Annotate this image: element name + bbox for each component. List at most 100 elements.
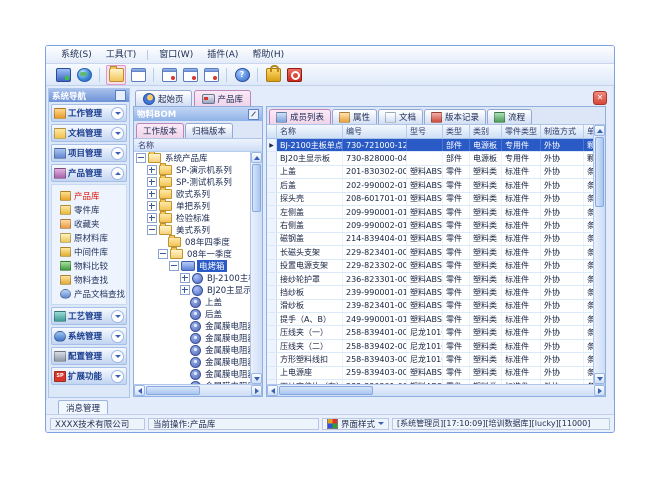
chevron-down-icon[interactable] xyxy=(111,350,124,363)
chevron-down-icon[interactable] xyxy=(111,330,124,343)
panel-tab[interactable]: 流程 xyxy=(487,109,532,124)
tab-close-icon[interactable]: ✕ xyxy=(593,91,607,105)
sidebar-item[interactable]: 物料查找 xyxy=(60,273,126,286)
tree-node[interactable]: 08年一季度 xyxy=(134,248,250,260)
table-row[interactable]: 探头壳208-601701-01I塑料ABS零件塑料类标准件外协条 xyxy=(267,193,593,206)
sidebar-item[interactable]: 收藏夹 xyxy=(60,217,126,230)
toolbar-button[interactable] xyxy=(129,66,147,84)
expand-plus-icon[interactable] xyxy=(180,285,190,295)
tree-node[interactable]: 系统产品库 xyxy=(134,152,250,164)
tree-node[interactable]: 金属膜电阻器 xyxy=(134,368,250,380)
tree-node[interactable]: 金属膜电阻器 xyxy=(134,356,250,368)
tree-horizontal-scrollbar[interactable] xyxy=(134,384,262,396)
sidebar-section-header[interactable]: 配置管理 xyxy=(51,347,127,365)
grid-column-header[interactable]: 编号 xyxy=(343,125,407,138)
sidebar-item[interactable]: 产品文档查找 xyxy=(60,287,126,300)
table-row[interactable]: 磁钢盖214-839404-01I塑料ABS零件塑料类标准件外协条 xyxy=(267,233,593,246)
tree-node[interactable]: 电烤箱 xyxy=(134,260,250,272)
expand-plus-icon[interactable] xyxy=(147,177,157,187)
bom-version-tab[interactable]: 归档版本 xyxy=(185,123,233,138)
chevron-down-icon[interactable] xyxy=(111,370,124,383)
expand-plus-icon[interactable] xyxy=(147,201,157,211)
bom-version-tab[interactable]: 工作版本 xyxy=(136,123,184,138)
toolbar-button[interactable] xyxy=(106,65,126,85)
toolbar-button[interactable] xyxy=(54,66,72,84)
toolbar-button[interactable] xyxy=(202,66,220,84)
sidebar-section-header[interactable]: 文档管理 xyxy=(51,124,127,142)
chevron-down-icon[interactable] xyxy=(111,127,124,140)
table-row[interactable]: 压线夹（二）258-839402-00I尼龙1010零件塑料类标准件外协条 xyxy=(267,340,593,353)
table-row[interactable]: 挡纱板239-990001-01I塑料ABS零件塑料类标准件外协条 xyxy=(267,286,593,299)
grid-horizontal-scrollbar[interactable] xyxy=(267,384,605,396)
sidebar-item[interactable]: 零件库 xyxy=(60,203,126,216)
collapse-minus-icon[interactable] xyxy=(169,261,179,271)
table-row[interactable]: 接纱轮护罩236-823301-00I塑料ABS零件塑料类标准件外协条 xyxy=(267,273,593,286)
grid-column-header[interactable]: 类型 xyxy=(443,125,470,138)
tree-node[interactable]: 08年四季度 xyxy=(134,236,250,248)
menu-item[interactable]: 系统(S) xyxy=(54,47,99,63)
chevron-down-icon[interactable] xyxy=(111,310,124,323)
scroll-left-icon[interactable] xyxy=(267,385,278,396)
document-tab[interactable]: 起始页 xyxy=(135,90,192,106)
sidebar-section-header[interactable]: 产品管理 xyxy=(51,164,127,182)
pin-icon[interactable] xyxy=(248,109,259,120)
grid-column-header[interactable]: 制造方式 xyxy=(541,125,584,138)
sidebar-item[interactable]: 产品库 xyxy=(60,189,126,202)
collapse-minus-icon[interactable] xyxy=(147,225,157,235)
tree-vscroll-thumb[interactable] xyxy=(252,164,261,212)
table-row[interactable]: 投置电源支架229-823302-00I塑料ABS零件塑料类标准件外协条 xyxy=(267,260,593,273)
toolbar-button[interactable] xyxy=(181,66,199,84)
expand-plus-icon[interactable] xyxy=(180,273,190,283)
grid-hscroll-thumb[interactable] xyxy=(279,386,373,395)
tree-node[interactable]: 单把系列 xyxy=(134,200,250,212)
chevron-up-icon[interactable] xyxy=(111,167,124,180)
tree-node[interactable]: 金属膜电阻器 xyxy=(134,320,250,332)
tree-node[interactable]: 检验标准 xyxy=(134,212,250,224)
table-row[interactable]: 上电源座259-839403-00I塑料ABS零件塑料类标准件外协条 xyxy=(267,367,593,380)
sidebar-item[interactable]: 原材料库 xyxy=(60,231,126,244)
table-row[interactable]: 提手（A、B）249-990001-01I塑料ABS零件塑料类标准件外协条 xyxy=(267,313,593,326)
chevron-down-icon[interactable] xyxy=(111,107,124,120)
toolbar-button[interactable] xyxy=(233,66,251,84)
table-row[interactable]: 右侧盖209-990002-01I塑料ABS零件塑料类标准件外协条 xyxy=(267,219,593,232)
scroll-up-icon[interactable] xyxy=(594,125,605,136)
table-row[interactable]: 左侧盖209-990001-01I塑料ABS零件塑料类标准件外协条 xyxy=(267,206,593,219)
tree-node[interactable]: 金属膜电阻器 xyxy=(134,344,250,356)
grid-column-header[interactable]: 型号 xyxy=(407,125,443,138)
toolbar-button[interactable] xyxy=(160,66,178,84)
tree-hscroll-thumb[interactable] xyxy=(146,386,200,395)
table-row[interactable]: 压线夹（一）258-839401-00I尼龙1010零件塑料类标准件外协条 xyxy=(267,326,593,339)
table-row[interactable]: 上盖201-830302-00I塑料ABS零件塑料类标准件外协条 xyxy=(267,166,593,179)
grid-vertical-scrollbar[interactable] xyxy=(593,125,605,384)
ui-style-selector[interactable]: 界面样式 xyxy=(322,418,389,430)
sidebar-section-header[interactable]: 项目管理 xyxy=(51,144,127,162)
tree-column-header[interactable]: 名称 xyxy=(134,139,262,152)
table-row[interactable]: 后盖202-990002-01I塑料ABS零件塑料类标准件外协条 xyxy=(267,179,593,192)
menu-item[interactable]: 工具(T) xyxy=(99,47,144,63)
tree-node[interactable]: SP-演示机系列 xyxy=(134,164,250,176)
menu-item[interactable]: 插件(A) xyxy=(200,47,245,63)
table-row[interactable]: BJ20主显示板730-828000-04I部件电源板专用件外协颗 xyxy=(267,152,593,165)
sidebar-section-header[interactable]: 工作管理 xyxy=(51,104,127,122)
tree-node[interactable]: SP-测试机系列 xyxy=(134,176,250,188)
panel-tab[interactable]: 版本记录 xyxy=(424,109,486,124)
tree-node[interactable]: BJ20主显示板 xyxy=(134,284,250,296)
tree-node[interactable]: 金属膜电阻器 xyxy=(134,332,250,344)
table-row[interactable]: 滑纱板239-823401-00I塑料ABS零件塑料类标准件外协条 xyxy=(267,300,593,313)
toolbar-button[interactable] xyxy=(264,66,282,84)
message-management-tab[interactable]: 消息管理 xyxy=(58,400,108,414)
menu-item[interactable]: 窗口(W) xyxy=(152,47,200,63)
sidebar-section-header[interactable]: 扩展功能 xyxy=(51,367,127,385)
sidebar-item[interactable]: 物料比较 xyxy=(60,259,126,272)
menu-item[interactable]: 帮助(H) xyxy=(245,47,291,63)
tree-node[interactable]: 上盖 xyxy=(134,296,250,308)
tree-node[interactable]: BJ-2100主板单点 xyxy=(134,272,250,284)
panel-tab[interactable]: 属性 xyxy=(332,109,377,124)
tree-node[interactable]: 欧式系列 xyxy=(134,188,250,200)
grid-column-header[interactable]: 零件类型 xyxy=(502,125,541,138)
chevron-down-icon[interactable] xyxy=(111,147,124,160)
grid-column-header[interactable]: 名称 xyxy=(277,125,343,138)
grid-column-header[interactable]: 类别 xyxy=(470,125,502,138)
expand-plus-icon[interactable] xyxy=(147,165,157,175)
toolbar-button[interactable] xyxy=(285,66,303,84)
